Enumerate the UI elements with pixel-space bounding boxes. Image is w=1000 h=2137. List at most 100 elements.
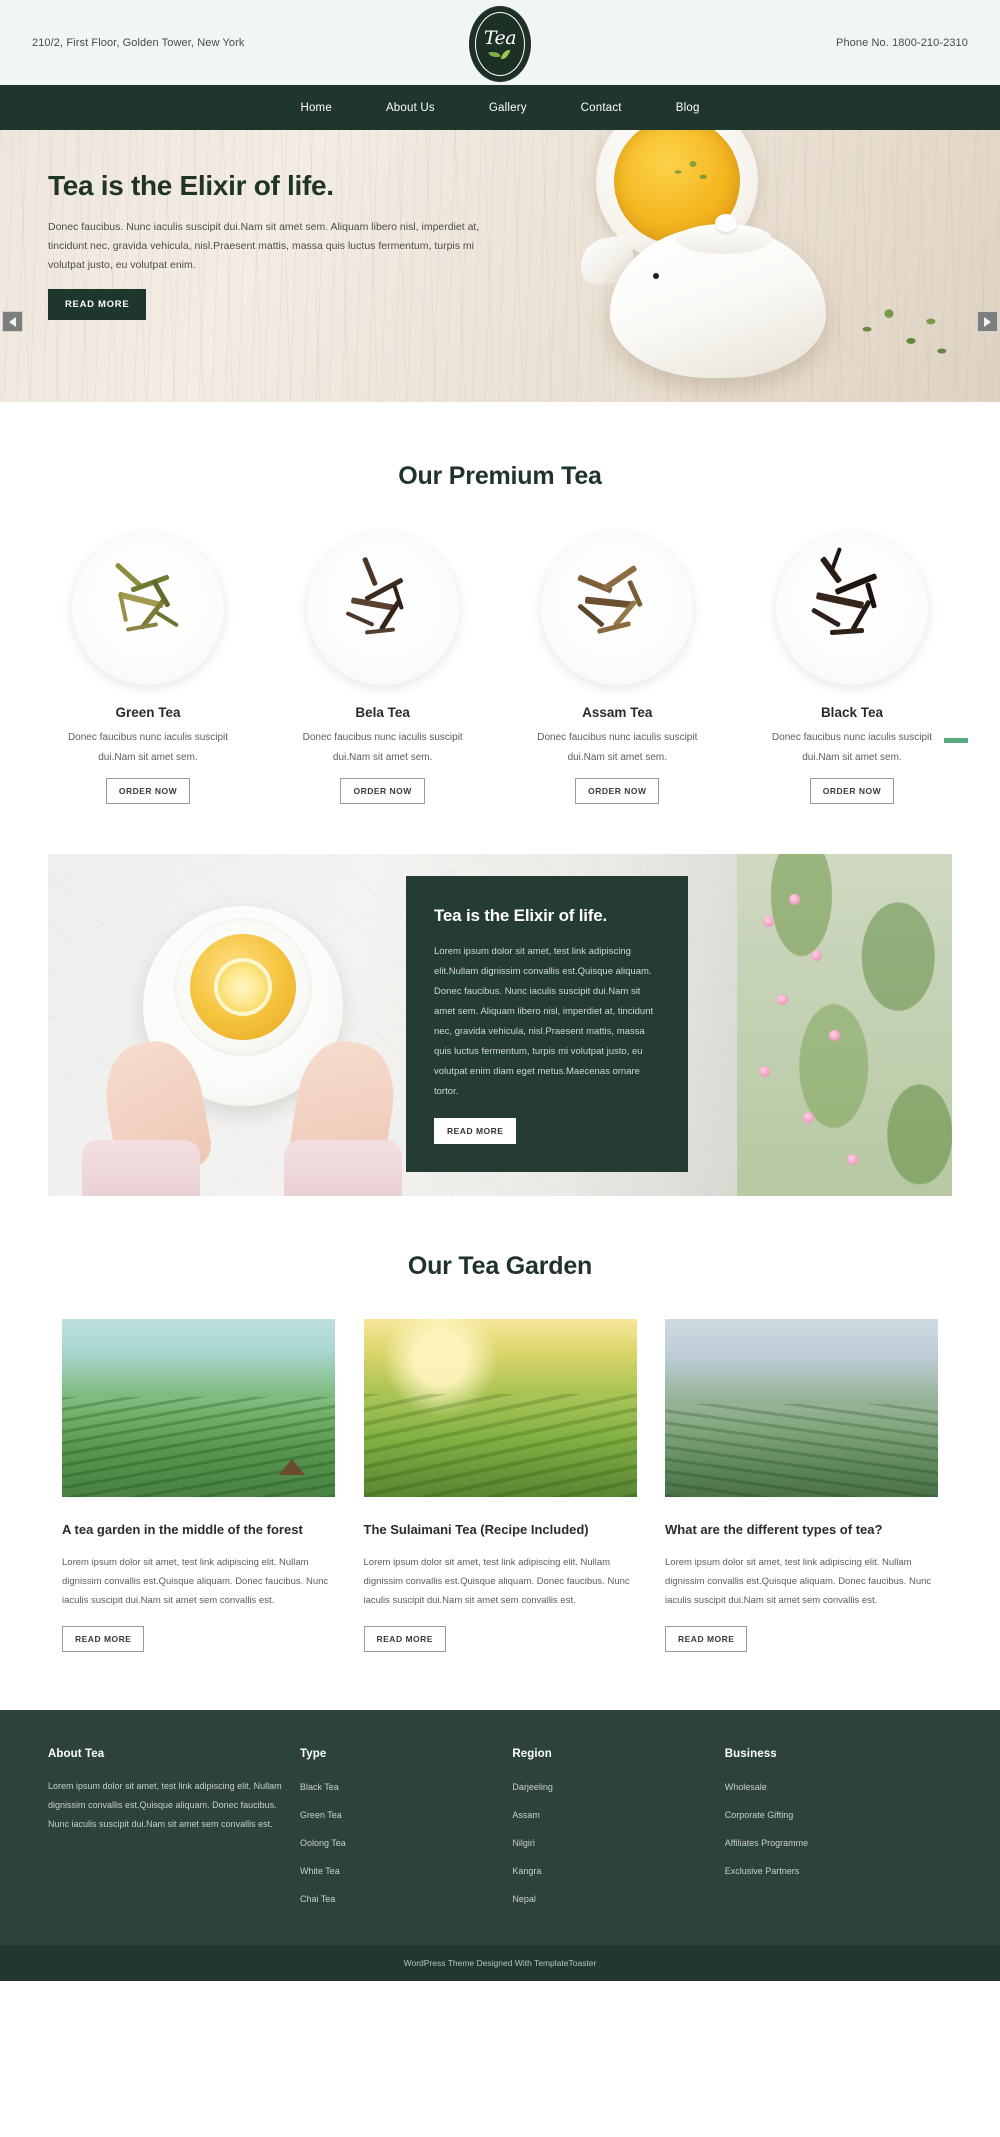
tea-leaves-illustration: [541, 533, 693, 685]
order-now-button[interactable]: ORDER NOW: [809, 778, 895, 804]
blog-card-forest: A tea garden in the middle of the forest…: [62, 1319, 335, 1652]
footer-link-white-tea[interactable]: White Tea: [300, 1866, 340, 1876]
blog-card-sulaimani: The Sulaimani Tea (Recipe Included) Lore…: [363, 1319, 637, 1652]
blog-thumbnail-image[interactable]: [62, 1319, 335, 1497]
list-item: Affiliates Programme: [725, 1833, 952, 1851]
order-now-button[interactable]: ORDER NOW: [105, 778, 191, 804]
list-item: Nilgiri: [512, 1833, 724, 1851]
flowers-image: [737, 854, 952, 1196]
footer-column-type: Type Black Tea Green Tea Oolong Tea Whit…: [300, 1748, 512, 1917]
footer-link-oolong-tea[interactable]: Oolong Tea: [300, 1838, 346, 1848]
list-item: Exclusive Partners: [725, 1861, 952, 1879]
footer-link-kangra[interactable]: Kangra: [512, 1866, 541, 1876]
blog-post-title[interactable]: The Sulaimani Tea (Recipe Included): [364, 1519, 637, 1540]
footer-link-nepal[interactable]: Nepal: [512, 1894, 536, 1904]
tea-card-description: Donec faucibus nunc iaculis suscipit dui…: [771, 732, 933, 763]
footer-column-business: Business Wholesale Corporate Gifting Aff…: [725, 1748, 952, 1917]
tea-card-black: Black Tea Donec faucibus nunc iaculis su…: [752, 533, 952, 804]
tea-card-assam: Assam Tea Donec faucibus nunc iaculis su…: [517, 533, 717, 804]
footer-link-darjeeling[interactable]: Darjeeling: [512, 1782, 553, 1792]
herb-sprig-icon: [660, 152, 720, 192]
footer-link-assam[interactable]: Assam: [512, 1810, 540, 1820]
nav-item-home[interactable]: Home: [273, 102, 358, 114]
copyright-bar: WordPress Theme Designed With TemplateTo…: [0, 1945, 1000, 1981]
feature-read-more-button[interactable]: READ MORE: [434, 1118, 517, 1144]
blog-post-title[interactable]: What are the different types of tea?: [665, 1519, 938, 1540]
blog-post-excerpt: Lorem ipsum dolor sit amet, test link ad…: [665, 1557, 932, 1606]
tea-leaves-illustration: [776, 533, 928, 685]
hero-read-more-button[interactable]: READ MORE: [48, 289, 147, 320]
order-now-button[interactable]: ORDER NOW: [340, 778, 425, 804]
blog-grid: A tea garden in the middle of the forest…: [0, 1319, 1000, 1652]
footer-link-exclusive-partners[interactable]: Exclusive Partners: [725, 1866, 800, 1876]
premium-tea-grid: Green Tea Donec faucibus nunc iaculis su…: [0, 533, 1000, 804]
footer-heading-region: Region: [512, 1748, 552, 1760]
hero-content: Tea is the Elixir of life. Donec faucibu…: [48, 170, 518, 320]
footer-link-black-tea[interactable]: Black Tea: [300, 1782, 339, 1792]
footer-link-affiliates-programme[interactable]: Affiliates Programme: [725, 1838, 808, 1848]
premium-section-title: Our Premium Tea: [398, 462, 602, 490]
feature-title: Tea is the Elixir of life.: [434, 906, 608, 925]
nav-item-about-us[interactable]: About Us: [359, 102, 462, 114]
teapot-knob: [715, 214, 737, 232]
list-item: Darjeeling: [512, 1777, 724, 1795]
list-item: White Tea: [300, 1861, 512, 1879]
order-now-button[interactable]: ORDER NOW: [575, 778, 660, 804]
tea-card-title: Assam Tea: [582, 705, 653, 720]
footer-link-chai-tea[interactable]: Chai Tea: [300, 1894, 335, 1904]
footer-column-region: Region Darjeeling Assam Nilgiri Kangra N…: [512, 1748, 724, 1917]
footer-link-corporate-gifting[interactable]: Corporate Gifting: [725, 1810, 794, 1820]
leaf-icon: [488, 48, 511, 61]
tea-card-description: Donec faucibus nunc iaculis suscipit dui…: [67, 732, 229, 763]
list-item: Wholesale: [725, 1777, 952, 1795]
list-item: Black Tea: [300, 1777, 512, 1795]
tea-leaves-illustration: [72, 533, 224, 685]
tea-card-description: Donec faucibus nunc iaculis suscipit dui…: [302, 732, 463, 763]
footer-link-green-tea[interactable]: Green Tea: [300, 1810, 342, 1820]
list-item: Corporate Gifting: [725, 1805, 952, 1823]
logo-inner-ring: Tea: [475, 12, 525, 76]
footer-column-about: About Tea Lorem ipsum dolor sit amet, te…: [48, 1748, 300, 1917]
blog-post-title[interactable]: A tea garden in the middle of the forest: [62, 1519, 335, 1540]
blog-card-types: What are the different types of tea? Lor…: [665, 1319, 938, 1652]
logo-badge-icon: Tea: [469, 6, 531, 82]
list-item: Oolong Tea: [300, 1833, 512, 1851]
tea-leaves-illustration: [307, 533, 459, 685]
feature-text-card: Tea is the Elixir of life. Lorem ipsum d…: [406, 876, 688, 1172]
list-item: Assam: [512, 1805, 724, 1823]
sleeve-right: [284, 1140, 402, 1196]
slider-prev-arrow-icon[interactable]: [2, 311, 23, 332]
list-item: Green Tea: [300, 1805, 512, 1823]
footer-link-nilgiri[interactable]: Nilgiri: [512, 1838, 535, 1848]
sleeve-left: [82, 1140, 200, 1196]
footer-heading-about: About Tea: [48, 1748, 105, 1760]
footer-type-list: Black Tea Green Tea Oolong Tea White Tea…: [300, 1777, 512, 1907]
feature-banner-section: Tea is the Elixir of life. Lorem ipsum d…: [0, 814, 1000, 1196]
site-logo[interactable]: Tea: [469, 6, 531, 82]
blog-read-more-button[interactable]: READ MORE: [665, 1626, 748, 1652]
nav-item-contact[interactable]: Contact: [554, 102, 649, 114]
list-item: Chai Tea: [300, 1889, 512, 1907]
list-item: Nepal: [512, 1889, 724, 1907]
slider-next-arrow-icon[interactable]: [977, 311, 998, 332]
site-footer: About Tea Lorem ipsum dolor sit amet, te…: [0, 1710, 1000, 1945]
garden-section-title: Our Tea Garden: [407, 1252, 593, 1280]
tea-card-title: Bela Tea: [355, 705, 410, 720]
address-text: 210/2, First Floor, Golden Tower, New Yo…: [32, 36, 245, 49]
blog-read-more-button[interactable]: READ MORE: [363, 1626, 446, 1652]
footer-link-wholesale[interactable]: Wholesale: [725, 1782, 767, 1792]
hero-title: Tea is the Elixir of life.: [48, 170, 334, 201]
main-navigation: Home About Us Gallery Contact Blog: [0, 85, 1000, 130]
phone-text: Phone No. 1800-210-2310: [836, 36, 968, 49]
footer-heading-type: Type: [299, 1748, 327, 1760]
blog-read-more-button[interactable]: READ MORE: [62, 1626, 145, 1652]
blog-post-excerpt: Lorem ipsum dolor sit amet, test link ad…: [62, 1557, 329, 1606]
premium-tea-section: Our Premium Tea Green Tea Donec faucibus…: [0, 402, 1000, 814]
assam-tea-image: [541, 533, 694, 685]
tea-garden-section: Our Tea Garden A tea garden in the middl…: [0, 1196, 1000, 1710]
blog-thumbnail-image[interactable]: [665, 1319, 938, 1497]
hero-slider: Tea is the Elixir of life. Donec faucibu…: [0, 130, 1000, 402]
nav-item-gallery[interactable]: Gallery: [462, 102, 554, 114]
blog-thumbnail-image[interactable]: [363, 1319, 637, 1497]
nav-item-blog[interactable]: Blog: [649, 102, 727, 114]
